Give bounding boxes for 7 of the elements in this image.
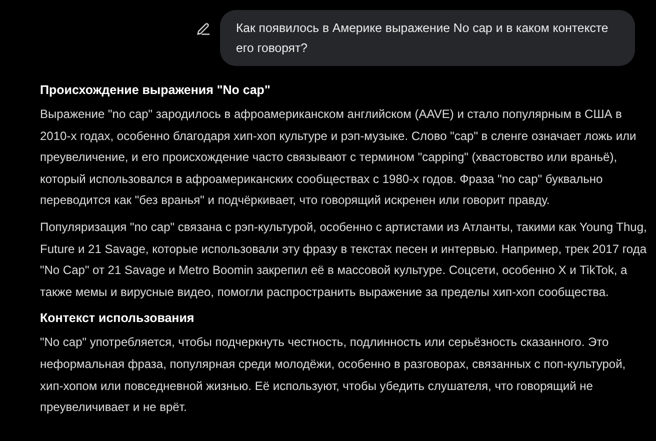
user-message: Как появилось в Америке выражение No cap и в каком контексте его говорят? <box>220 10 635 66</box>
section-heading: Происхождение выражения "No cap" <box>40 82 272 99</box>
answer-paragraph: Популяризация "no cap" связана с рэп-культурой, особенно с артистами из Атланты, такими как Young Thug, Future и 21 Savage, которые использовали эту фразу в текстах песен и интервью. Например, трек 2017 года "No Cap" от 21 Savage и Metro Boomin закрепил её в массовой культуре. Соцсети, особенно X и TikTok, а также мемы и вирусные видео, помогли распространить выражение за пределы хип-хоп сообщества. <box>40 218 648 301</box>
answer-paragraph: Выражение "no cap" зародилось в афроамериканском английском (AAVE) и стало популярным в США в 2010-х годах, особенно благодаря хип-хоп культуре и рэп-музыке. Слово "cap" в сленге означает ложь или преувеличение, и его происхождение часто связывают с термином "capping" (хвастовство или враньё), который использовался в афроамериканских сообществах с 1980-х годов. Фраза "no cap" буквально переводится как "без вранья" и подчёркивает, что говорящий искренен или говорит правду. <box>40 106 638 210</box>
edit-icon[interactable] <box>196 22 210 36</box>
section-heading: Контекст использования <box>40 310 196 328</box>
answer-paragraph: "No cap" употребляется, чтобы подчеркнуть честность, подлинность или серьёзность сказанного. Это неформальная фраза, популярная среди молодёжи, особенно в разговорах, связанных с поп-культурой, хип-хопом или повседневной жизнью. Её используют, чтобы убедить слушателя, что говорящий не преувеличивает и не врёт. <box>40 334 627 416</box>
